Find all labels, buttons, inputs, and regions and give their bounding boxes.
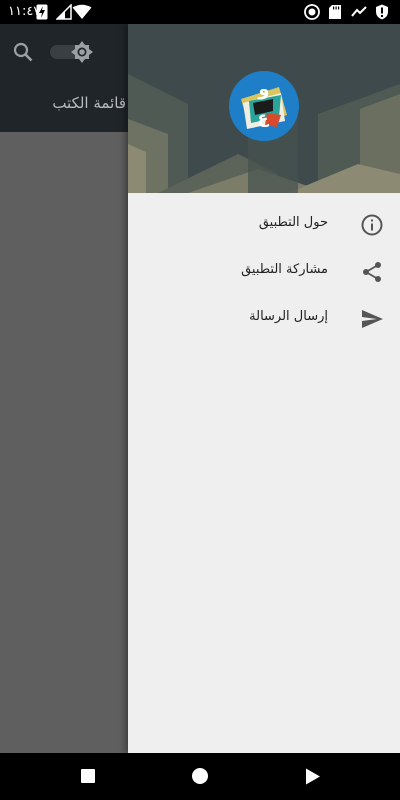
trend-icon <box>351 6 367 17</box>
menu-item-share[interactable]: مشاركة التطبيق <box>128 249 400 295</box>
menu-item-label: إرسال الرسالة <box>249 309 328 324</box>
send-icon <box>362 310 383 328</box>
wifi-icon <box>72 4 92 19</box>
signal-icon <box>56 4 72 20</box>
svg-text:ع: ع <box>258 108 270 127</box>
home-button[interactable] <box>192 768 208 784</box>
search-icon[interactable] <box>13 42 33 62</box>
recents-button[interactable] <box>81 769 95 783</box>
navigation-drawer: و ع حول التطبيق مشاركة التطبيق إرسال الر… <box>128 24 400 753</box>
record-icon <box>304 4 320 20</box>
menu-item-about[interactable]: حول التطبيق <box>128 202 400 248</box>
info-icon <box>361 214 383 236</box>
brightness-icon[interactable] <box>70 40 94 64</box>
flash-icon <box>36 4 48 20</box>
svg-text:و: و <box>257 79 269 100</box>
nav-bar <box>0 753 400 800</box>
menu-item-label: مشاركة التطبيق <box>241 262 328 277</box>
menu-item-label: حول التطبيق <box>258 215 328 230</box>
status-bar: ١١:٤٧ <box>0 0 400 24</box>
share-icon <box>363 262 381 282</box>
app-logo: و ع <box>229 71 299 141</box>
app-title: قائمة الكتب <box>52 94 126 112</box>
sd-card-icon <box>329 5 341 19</box>
back-button[interactable] <box>305 768 321 785</box>
shield-icon <box>376 4 388 20</box>
menu-item-send-message[interactable]: إرسال الرسالة <box>128 296 400 342</box>
drawer-header: و ع <box>128 24 400 193</box>
